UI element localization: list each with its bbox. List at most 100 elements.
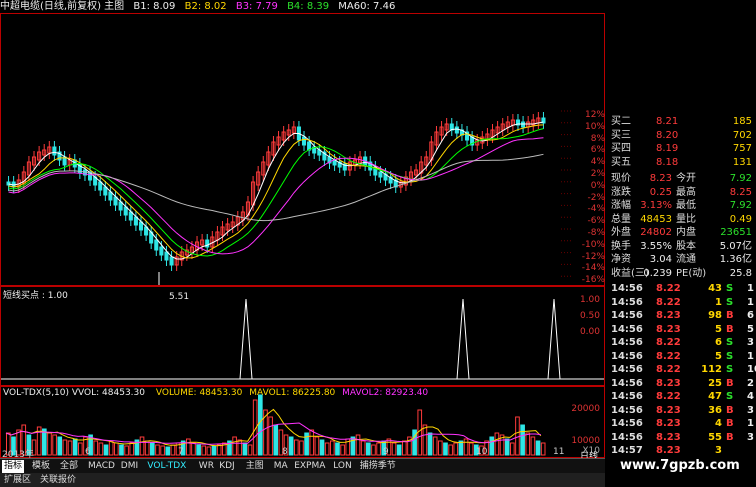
tick-trade-row: 14:56 8.23 55 B 3 (611, 431, 754, 443)
price-axis-label: -16% (581, 275, 605, 286)
tick-trade-row: 14:56 8.23 98 B 6 (611, 310, 754, 321)
tick-trade-row: 14:56 8.22 1 S 1 (611, 296, 754, 308)
candle-body (454, 126, 459, 134)
tick-trade-row: 14:56 8.23 36 B 3 (611, 404, 754, 416)
quote-stat-row: 换手 3.55% 股本 5.07亿 (611, 240, 752, 252)
stock-title: 中超电缆(日线,前复权) 主图 (0, 1, 125, 12)
price-axis-label: -8% (587, 228, 605, 238)
bid-level-row: 买二 8.21 185 (611, 116, 752, 127)
tab-dmi[interactable]: DMI (119, 460, 140, 473)
indicator-panel[interactable]: 短线买点 : 1.00 1.00 0.50 0.00 (0, 286, 605, 386)
tab-模板[interactable]: 模板 (30, 460, 52, 473)
indicator-tab-bar: 指标 模板 全部 MACD DMI VOL-TDX WR KDJ 主图 MA EXPMA LON 捕捞季… (0, 458, 605, 474)
price-axis-label: 0% (590, 180, 605, 191)
price-axis-label: 6% (590, 145, 605, 156)
tick-trade-row: 14:568.22112S10 (611, 364, 756, 375)
tick-trade-row: 14:56 8.23 25 B 2 (611, 377, 754, 389)
price-axis-label: -10% (581, 239, 605, 250)
month-8-label: 8 (282, 447, 288, 457)
price-percent-axis: 12% 10% 8% 6% 4% 2% 0% -2% -4% -6% -8% -10% -12% -14%… (560, 110, 605, 290)
quote-stat-row: 现价 8.23 今开 7.92 (611, 173, 752, 184)
price-axis-label: -12% (581, 251, 605, 262)
price-axis-label: 2% (590, 169, 605, 179)
volume-bar (258, 394, 263, 456)
date-axis: 2013年 6 7 8 9 10 11 (0, 447, 605, 460)
quote-panel: 买二 8.21 185 买三 8.20 702 买四 8.19 757 买五 8.18 131 现价 8.… (608, 111, 756, 487)
tab-extension-area[interactable]: 扩展区 (2, 474, 33, 487)
candle-body (159, 246, 164, 256)
quote-stat-row: 涨幅 3.13% 最低 7.92 (611, 200, 752, 211)
ma60-value: MA60: 7.46 (338, 1, 396, 12)
indicator-axis-1: 1.00 (579, 295, 600, 305)
tab-wr[interactable]: WR (197, 460, 216, 473)
tab-kdj[interactable]: KDJ (217, 460, 237, 473)
month-11-label: 11 (553, 447, 565, 457)
tab-ma[interactable]: MA (272, 460, 290, 473)
bid-level-row: 买三 8.20 702 (611, 129, 752, 141)
ma-line-green (8, 128, 544, 257)
price-axis-label: -14% (581, 263, 605, 274)
month-6-label: 6 (85, 447, 91, 457)
tab-指标[interactable]: 指标 (2, 460, 25, 473)
candle-body (301, 136, 307, 146)
tab-macd[interactable]: MACD (86, 460, 117, 473)
quote-stat-row: 净资 3.04 流通 1.36亿 (611, 254, 752, 265)
quote-stat-row: 外盘 24802 内盘 23651 (611, 227, 752, 238)
tick-trade-row: 14:56 8.23 4 B 1 (611, 418, 754, 429)
b3-value: B3: 7.79 (235, 1, 278, 12)
buy-point-signal-chart (1, 298, 604, 380)
tick-trade-row: 14:56 8.22 43 S 1 (611, 283, 754, 294)
price-axis-label: 4% (590, 157, 605, 168)
price-axis-label: 10% (584, 121, 605, 132)
tab-lon[interactable]: LON (331, 460, 354, 473)
bid-level-row: 买四 8.19 757 (611, 143, 752, 154)
tick-trade-row: 14:56 8.22 6 S 3 (611, 337, 754, 348)
price-axis-label: -2% (587, 192, 605, 203)
bid-level-row: 买五 8.18 131 (611, 156, 752, 168)
ma60-line (8, 153, 544, 222)
mavol1-line (5, 408, 542, 447)
buy-signal-spike (239, 298, 253, 380)
candle-body (169, 256, 174, 266)
site-watermark: www.7gpzb.com (620, 458, 740, 473)
price-axis-label: -4% (587, 204, 605, 215)
quote-stat-row: 总量 48453 量比 0.49 (611, 213, 752, 225)
extension-tab-bar: 扩展区 关联报价 (0, 473, 605, 487)
volume-axis-10000: 10000 (571, 436, 600, 446)
tick-trade-row: 14:56 8.22 47 S 4 (611, 391, 754, 402)
tick-trade-row: 14:56 8.23 5 B 5 (611, 323, 754, 335)
candle-body (378, 171, 383, 178)
month-9-label: 9 (383, 447, 389, 457)
tab-主图[interactable]: 主图 (244, 460, 266, 473)
ma-line-yellow (8, 124, 544, 259)
indicator-axis-050: 0.50 (579, 311, 600, 321)
month-7-label: 7 (178, 447, 184, 457)
ma-line-white (8, 121, 544, 260)
buy-signal-spike (456, 298, 470, 380)
quote-stat-row: 收益(三) 0.239 PE(动) 25.8 (611, 267, 752, 279)
tab-全部[interactable]: 全部 (58, 460, 80, 473)
price-axis-label: 12% (584, 110, 605, 120)
month-10-label: 10 (476, 447, 488, 457)
b2-value: B2: 8.02 (184, 1, 227, 12)
b4-value: B4: 8.39 (287, 1, 330, 12)
candle-body (154, 239, 159, 251)
candlestick-chart[interactable] (1, 14, 604, 285)
candle-body (52, 146, 57, 156)
buy-signal-spike (547, 298, 561, 380)
indicator-axis-0: 0.00 (579, 327, 600, 337)
volume-axis-20000: 20000 (571, 404, 600, 414)
quote-stat-row: 涨跌 0.25 最高 8.25 (611, 186, 752, 198)
tab-linked-quote[interactable]: 关联报价 (38, 474, 78, 487)
chart-header: 中超电缆(日线,前复权) 主图 B1: 8.09 B2: 8.02 B3: 7.… (0, 0, 600, 14)
tick-trade-row: 14:57 8.23 3 (611, 445, 722, 456)
b1-value: B1: 8.09 (133, 1, 176, 12)
tab-vol-tdx[interactable]: VOL-TDX (145, 460, 188, 473)
price-axis-label: -6% (587, 216, 605, 227)
tab-捕捞季节[interactable]: 捕捞季节 (358, 460, 398, 473)
tick-trade-row: 14:56 8.22 5 S 1 (611, 350, 754, 362)
candle-body (164, 251, 169, 261)
tab-expma[interactable]: EXPMA (292, 460, 327, 473)
price-axis-label: 8% (590, 133, 605, 144)
price-chart-panel[interactable]: 5.51 (0, 13, 605, 302)
